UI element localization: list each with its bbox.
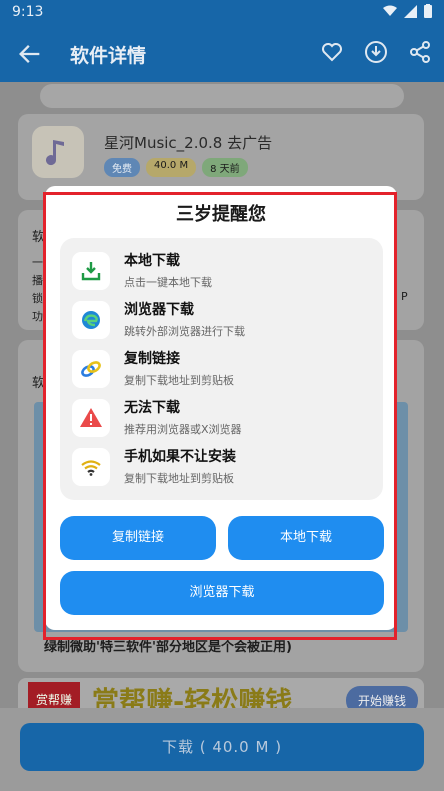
bottom-bar: 下载 ( 40.0 M ) (0, 708, 444, 791)
edge-browser-icon (72, 301, 110, 339)
heart-icon[interactable] (320, 40, 344, 64)
option-desc: 推荐用浏览器或X浏览器 (124, 423, 242, 436)
download-circle-icon[interactable] (364, 40, 388, 64)
status-time: 9:13 (12, 4, 44, 20)
download-button[interactable]: 下载 ( 40.0 M ) (20, 723, 424, 771)
wifi-icon (72, 448, 110, 486)
screenshots-heading-fragment: 软 (32, 376, 46, 391)
desc-line-3: 锁 (32, 292, 43, 305)
app-music-icon (32, 126, 84, 178)
option-desc: 跳转外部浏览器进行下载 (124, 325, 245, 338)
wifi-status-icon (383, 5, 397, 16)
warning-icon (72, 399, 110, 437)
page-title: 软件详情 (70, 45, 147, 67)
desc-right-fragment: P (401, 290, 408, 303)
option-desc: 复制下载地址到剪贴板 (124, 374, 234, 387)
option-cannot-download[interactable]: 无法下载 推荐用浏览器或X浏览器 (72, 395, 372, 441)
top-pill (40, 84, 404, 108)
size-badge: 40.0 M (146, 158, 197, 177)
share-icon[interactable] (408, 40, 432, 64)
option-list: 本地下载 点击一键本地下载 浏览器下载 跳转外部浏览器进行下载 复制链接 复制下… (60, 238, 383, 500)
option-name: 无法下载 (124, 400, 180, 416)
option-desc: 复制下载地址到剪贴板 (124, 472, 234, 485)
option-install-blocked[interactable]: 手机如果不让安装 复制下载地址到剪贴板 (72, 444, 372, 490)
screenshot-caption: 绿制微助'特三软件'部分地区是个会被正用) (44, 640, 292, 655)
link-icon (72, 350, 110, 388)
desc-line-1: 一 (32, 256, 43, 269)
desc-line-2: 播 (32, 274, 43, 287)
desc-line-4: 功 (32, 310, 43, 323)
signal-icon (404, 4, 417, 18)
app-name: 星河Music_2.0.8 去广告 (104, 134, 273, 152)
download-dialog: 三岁提醒您 本地下载 点击一键本地下载 浏览器下载 跳转外部浏览器进行下载 复制… (45, 186, 397, 630)
system-icons (383, 4, 432, 18)
price-badge: 免费 (104, 158, 140, 177)
browser-download-button[interactable]: 浏览器下载 (60, 571, 384, 615)
option-desc: 点击一键本地下载 (124, 276, 212, 289)
app-bar: 软件详情 (0, 26, 444, 82)
status-bar: 9:13 (0, 0, 444, 26)
description-heading-fragment: 软 (32, 230, 46, 245)
option-browser-download[interactable]: 浏览器下载 跳转外部浏览器进行下载 (72, 297, 372, 343)
dialog-title: 三岁提醒您 (176, 204, 266, 225)
option-local-download[interactable]: 本地下载 点击一键本地下载 (72, 248, 372, 294)
option-name: 手机如果不让安装 (124, 449, 236, 465)
date-badge: 8 天前 (202, 158, 248, 177)
download-arrow-icon (72, 252, 110, 290)
option-name: 本地下载 (124, 253, 180, 269)
back-arrow-icon[interactable] (16, 40, 44, 68)
battery-icon (424, 4, 432, 18)
option-name: 浏览器下载 (124, 302, 194, 318)
option-name: 复制链接 (124, 351, 180, 367)
copy-link-button[interactable]: 复制链接 (60, 516, 216, 560)
local-download-button[interactable]: 本地下载 (228, 516, 384, 560)
option-copy-link[interactable]: 复制链接 复制下载地址到剪贴板 (72, 346, 372, 392)
